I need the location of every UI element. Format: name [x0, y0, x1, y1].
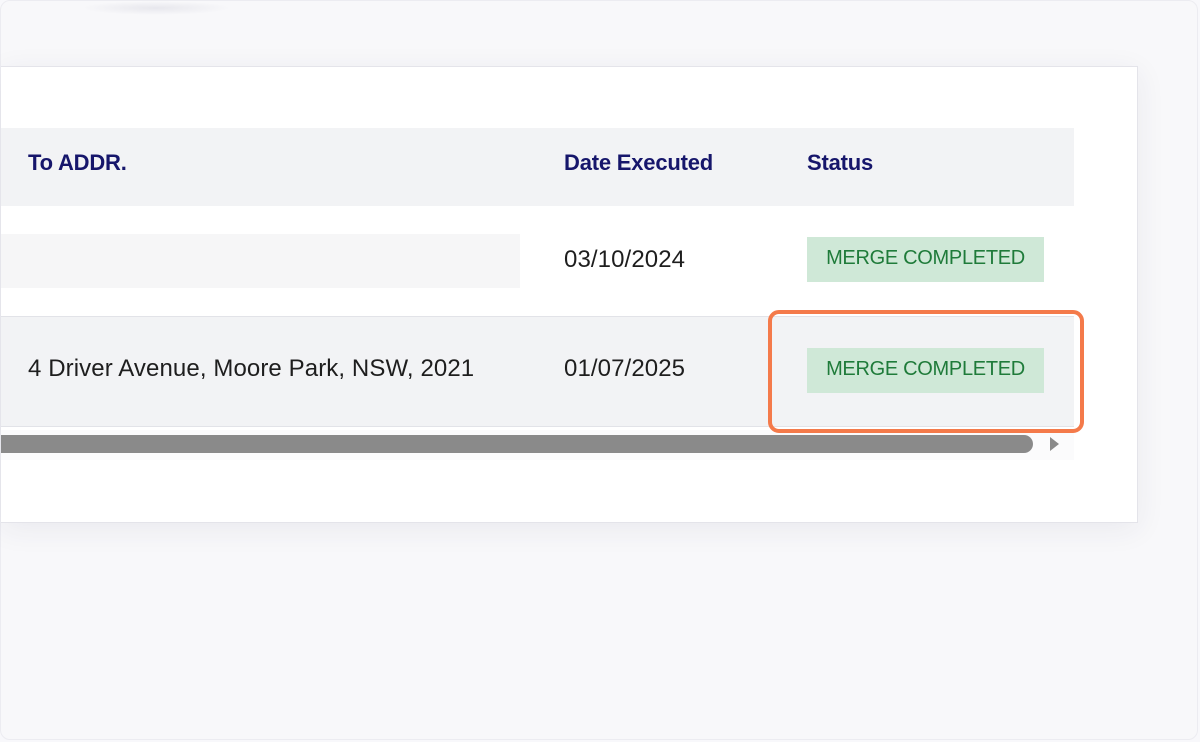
triangle-right-icon[interactable] [1050, 437, 1059, 451]
highlight-annotation-box [768, 310, 1084, 433]
scrollbar-thumb[interactable] [1, 435, 1033, 453]
date-executed-cell: 03/10/2024 [564, 246, 686, 273]
background-glare [81, 1, 231, 15]
table-card: To ADDR. Date Executed Status 03/10/2024… [1, 66, 1138, 523]
horizontal-scrollbar[interactable] [1, 430, 1074, 460]
column-header-status[interactable]: Status [807, 150, 873, 176]
date-executed-cell: 01/07/2025 [564, 355, 686, 382]
table-row[interactable]: 03/10/2024 MERGE COMPLETED [1, 206, 1074, 317]
status-badge: MERGE COMPLETED [807, 237, 1044, 282]
to-addr-cell: 4 Driver Avenue, Moore Park, NSW, 2021 [28, 355, 475, 382]
table-header-row: To ADDR. Date Executed Status [1, 128, 1074, 206]
column-header-to-addr[interactable]: To ADDR. [28, 150, 127, 176]
to-addr-cell-empty [1, 234, 520, 288]
column-header-date-executed[interactable]: Date Executed [564, 150, 713, 176]
screenshot-frame: To ADDR. Date Executed Status 03/10/2024… [0, 0, 1198, 740]
